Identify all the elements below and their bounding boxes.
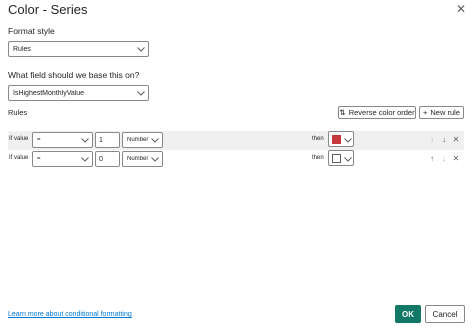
if-value-label: If value xyxy=(9,155,29,161)
chevron-down-icon xyxy=(80,152,90,166)
reverse-icon: ⇅ xyxy=(339,108,346,117)
base-field-dropdown[interactable]: IsHighestMonthlyValue xyxy=(8,85,149,101)
value-type-dropdown[interactable]: Number xyxy=(122,151,163,167)
then-label: then xyxy=(312,155,324,161)
operator-dropdown[interactable]: = xyxy=(32,132,93,148)
move-up-icon[interactable]: ↑ xyxy=(427,135,437,144)
move-down-icon[interactable]: ↓ xyxy=(439,135,449,144)
move-up-icon[interactable]: ↑ xyxy=(427,154,437,163)
chevron-down-icon xyxy=(136,86,146,100)
chevron-down-icon xyxy=(150,152,160,166)
value-type-value: Number xyxy=(127,156,149,162)
ok-button[interactable]: OK xyxy=(395,305,421,323)
dialog-title: Color - Series xyxy=(8,2,88,17)
chevron-down-icon xyxy=(344,149,352,167)
delete-rule-icon[interactable]: ✕ xyxy=(451,154,461,163)
plus-icon: + xyxy=(423,108,428,117)
operator-dropdown[interactable]: = xyxy=(32,151,93,167)
operator-value: = xyxy=(37,156,41,162)
learn-more-link[interactable]: Learn more about conditional formatting xyxy=(8,311,132,318)
rule-value-input[interactable]: 1 xyxy=(95,132,120,148)
reverse-color-order-button[interactable]: ⇅ Reverse color order xyxy=(338,106,416,119)
color-swatch xyxy=(332,134,341,144)
chevron-down-icon xyxy=(344,130,352,148)
chevron-down-icon xyxy=(136,42,146,56)
rules-label: Rules xyxy=(8,108,28,117)
base-field-label: What field should we base this on? xyxy=(8,70,140,80)
reverse-color-order-label: Reverse color order xyxy=(348,108,415,117)
format-style-value: Rules xyxy=(13,45,31,53)
then-label: then xyxy=(312,136,324,142)
color-picker[interactable] xyxy=(328,131,354,147)
if-value-label: If value xyxy=(9,136,29,142)
new-rule-label: New rule xyxy=(430,108,460,117)
delete-rule-icon[interactable]: ✕ xyxy=(451,135,461,144)
format-style-label: Format style xyxy=(8,26,55,36)
new-rule-button[interactable]: + New rule xyxy=(419,106,464,119)
value-type-value: Number xyxy=(127,137,149,143)
value-type-dropdown[interactable]: Number xyxy=(122,132,163,148)
move-down-icon[interactable]: ↓ xyxy=(439,154,449,163)
format-style-dropdown[interactable]: Rules xyxy=(8,41,149,57)
operator-value: = xyxy=(37,137,41,143)
color-picker[interactable] xyxy=(328,150,354,166)
base-field-value: IsHighestMonthlyValue xyxy=(13,89,85,97)
chevron-down-icon xyxy=(150,133,160,147)
color-swatch xyxy=(332,153,341,163)
close-icon[interactable]: ✕ xyxy=(454,2,468,16)
rule-value-input[interactable]: 0 xyxy=(95,151,120,167)
chevron-down-icon xyxy=(80,133,90,147)
cancel-button[interactable]: Cancel xyxy=(425,305,465,323)
